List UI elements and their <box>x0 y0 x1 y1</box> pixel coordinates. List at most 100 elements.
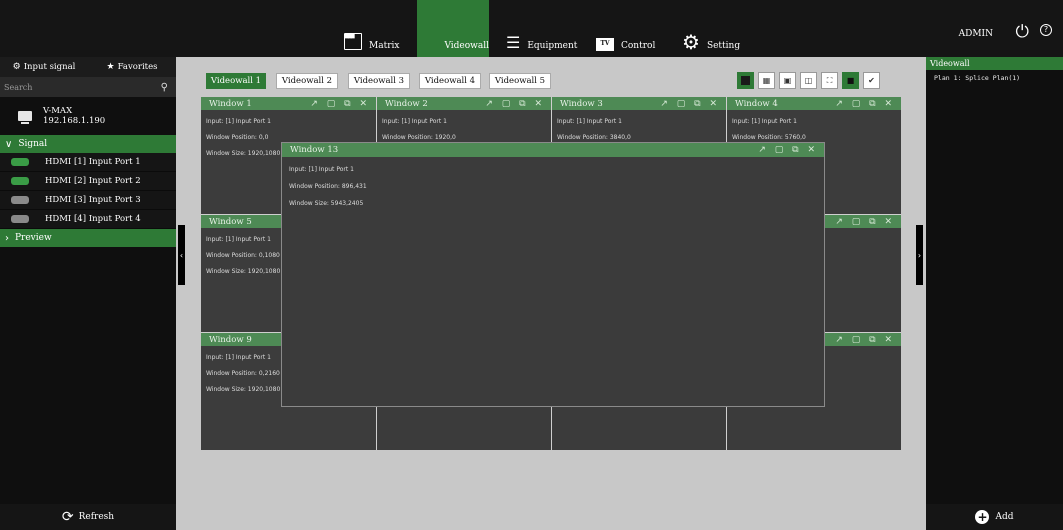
window-title: Window 5 <box>209 216 252 227</box>
window-header[interactable]: Window 4 ↗ ▢ ⧉ ✕ <box>727 97 901 110</box>
nav-equipment-label: Equipment <box>527 41 578 51</box>
help-icon[interactable]: ? <box>1040 24 1052 36</box>
window-input: Input: [1] Input Port 1 <box>557 118 622 125</box>
window-controls[interactable]: ↗ ▢ ⧉ ✕ <box>835 335 895 345</box>
nav-videowall[interactable]: Videowall <box>417 0 489 57</box>
device-name: V-MAX <box>43 106 73 116</box>
videowall-tab-5[interactable]: Videowall 5 <box>489 73 551 89</box>
videowall-tab-4[interactable]: Videowall 4 <box>419 73 481 89</box>
window-controls[interactable]: ↗ ▢ ⧉ ✕ <box>485 99 545 109</box>
device-ip: 192.168.1.190 <box>43 116 106 126</box>
window-controls[interactable]: ↗ ▢ ⧉ ✕ <box>835 217 895 227</box>
hdmi-port-icon <box>11 215 29 223</box>
power-icon[interactable]: ⏻ <box>1016 22 1029 42</box>
signal-section-header[interactable]: ∨ Signal <box>0 135 176 153</box>
window-controls[interactable]: ↗ ▢ ⧉ ✕ <box>758 145 818 155</box>
input-signal-icon: ⚙ <box>12 62 21 72</box>
signal-section-label: Signal <box>18 139 48 149</box>
nav-matrix-label: Matrix <box>369 41 400 51</box>
layout-1x1-icon[interactable] <box>737 72 754 89</box>
window-header[interactable]: Window 13 ↗ ▢ ⧉ ✕ <box>282 143 824 157</box>
nav-control[interactable]: TV Control <box>596 0 656 57</box>
videowall-tab-1[interactable]: Videowall 1 <box>206 73 266 89</box>
port-item[interactable]: HDMI [4] Input Port 4 <box>0 210 176 229</box>
hdmi-port-icon <box>11 177 29 185</box>
refresh-button[interactable]: ⟳ Refresh <box>0 504 176 530</box>
picture-icon[interactable]: ▣ <box>779 72 796 89</box>
top-bar: Matrix Videowall ☰ Equipment TV Control … <box>0 0 1063 57</box>
left-sidebar: ⚙ Input signal ★ Favorites ⚲ V-MAX 192.1… <box>0 57 176 530</box>
tab-input-signal[interactable]: ⚙ Input signal <box>0 57 88 77</box>
nav-matrix[interactable]: Matrix <box>344 0 410 57</box>
device-info: V-MAX 192.168.1.190 <box>43 106 105 126</box>
window-title: Window 9 <box>209 334 252 345</box>
collapse-left-handle[interactable]: ‹ <box>178 225 185 285</box>
equipment-stack-icon: ☰ <box>506 33 521 52</box>
fullscreen-icon[interactable]: ⛶ <box>821 72 838 89</box>
videowall-tab-3[interactable]: Videowall 3 <box>348 73 410 89</box>
window-controls[interactable]: ↗ ▢ ⧉ ✕ <box>835 99 895 109</box>
collapse-right-handle[interactable]: › <box>916 225 923 285</box>
window-input: Input: [1] Input Port 1 <box>732 118 797 125</box>
window-title: Window 3 <box>560 98 603 109</box>
window-title: Window 4 <box>735 98 778 109</box>
tab-favorites-label: Favorites <box>117 62 158 72</box>
videowall-grid-icon <box>424 37 437 51</box>
search-input[interactable] <box>4 82 124 92</box>
sidebar-tabs: ⚙ Input signal ★ Favorites <box>0 57 176 77</box>
overlay-icon[interactable]: ◫ <box>800 72 817 89</box>
videowall-window-13[interactable]: Window 13 ↗ ▢ ⧉ ✕ Input: [1] Input Port … <box>281 142 825 407</box>
star-icon: ★ <box>106 62 115 72</box>
refresh-label: Refresh <box>78 512 115 522</box>
window-title: Window 2 <box>385 98 428 109</box>
add-plan-button[interactable]: + Add <box>926 504 1063 530</box>
lock-icon[interactable]: ■ <box>842 72 859 89</box>
device-item[interactable]: V-MAX 192.168.1.190 <box>0 97 176 135</box>
user-name[interactable]: ADMIN <box>959 29 993 39</box>
window-input: Input: [1] Input Port 1 <box>289 166 354 173</box>
layout-2x2-icon[interactable]: ▦ <box>758 72 775 89</box>
chevron-down-icon: ∨ <box>5 138 13 150</box>
window-controls[interactable]: ↗ ▢ ⧉ ✕ <box>310 99 370 109</box>
window-header[interactable]: Window 1 ↗ ▢ ⧉ ✕ <box>201 97 376 110</box>
window-info: Input: [1] Input Port 1 Window Position:… <box>282 157 824 216</box>
search-bar: ⚲ <box>0 77 176 97</box>
window-size: Window Size: 5943,2405 <box>289 200 364 207</box>
window-title: Window 13 <box>290 145 339 155</box>
port-label: HDMI [1] Input Port 1 <box>45 157 141 167</box>
chevron-right-icon: › <box>5 232 9 244</box>
monitor-icon <box>18 111 32 124</box>
videowall-tab-2[interactable]: Videowall 2 <box>276 73 338 89</box>
search-icon[interactable]: ⚲ <box>161 82 168 93</box>
nav-control-label: Control <box>621 41 656 51</box>
window-title: Window 1 <box>209 98 252 109</box>
window-header[interactable]: Window 3 ↗ ▢ ⧉ ✕ <box>552 97 726 110</box>
clear-brush-icon[interactable]: ✔ <box>863 72 880 89</box>
window-header[interactable]: Window 2 ↗ ▢ ⧉ ✕ <box>377 97 551 110</box>
add-label: Add <box>995 512 1014 522</box>
nav-setting[interactable]: ⚙ Setting <box>682 0 742 57</box>
gear-icon: ⚙ <box>682 30 700 54</box>
tab-favorites[interactable]: ★ Favorites <box>88 57 176 77</box>
window-input: Input: [1] Input Port 1 <box>206 118 271 125</box>
preview-section-label: Preview <box>15 233 52 243</box>
port-label: HDMI [3] Input Port 3 <box>45 195 141 205</box>
control-tv-icon: TV <box>596 38 614 51</box>
port-label: HDMI [4] Input Port 4 <box>45 214 141 224</box>
right-panel: Videowall Plan 1: Splice Plan(1) + Add <box>926 57 1063 530</box>
port-item[interactable]: HDMI [1] Input Port 1 <box>0 153 176 172</box>
videowall-canvas[interactable]: Window 1 ↗ ▢ ⧉ ✕ Input: [1] Input Port 1… <box>201 97 901 450</box>
window-input: Input: [1] Input Port 1 <box>382 118 447 125</box>
window-position: Window Position: 896,431 <box>289 183 367 190</box>
main-area: Videowall 1 Videowall 2 Videowall 3 Vide… <box>176 57 926 530</box>
nav-equipment[interactable]: ☰ Equipment <box>506 0 578 57</box>
port-item[interactable]: HDMI [3] Input Port 3 <box>0 191 176 210</box>
port-item[interactable]: HDMI [2] Input Port 2 <box>0 172 176 191</box>
window-controls[interactable]: ↗ ▢ ⧉ ✕ <box>660 99 720 109</box>
port-label: HDMI [2] Input Port 2 <box>45 176 141 186</box>
plan-item[interactable]: Plan 1: Splice Plan(1) <box>926 70 1063 86</box>
preview-section-header[interactable]: › Preview <box>0 229 176 247</box>
plus-icon: + <box>975 510 990 524</box>
tab-input-signal-label: Input signal <box>23 62 76 72</box>
nav-setting-label: Setting <box>706 41 741 51</box>
